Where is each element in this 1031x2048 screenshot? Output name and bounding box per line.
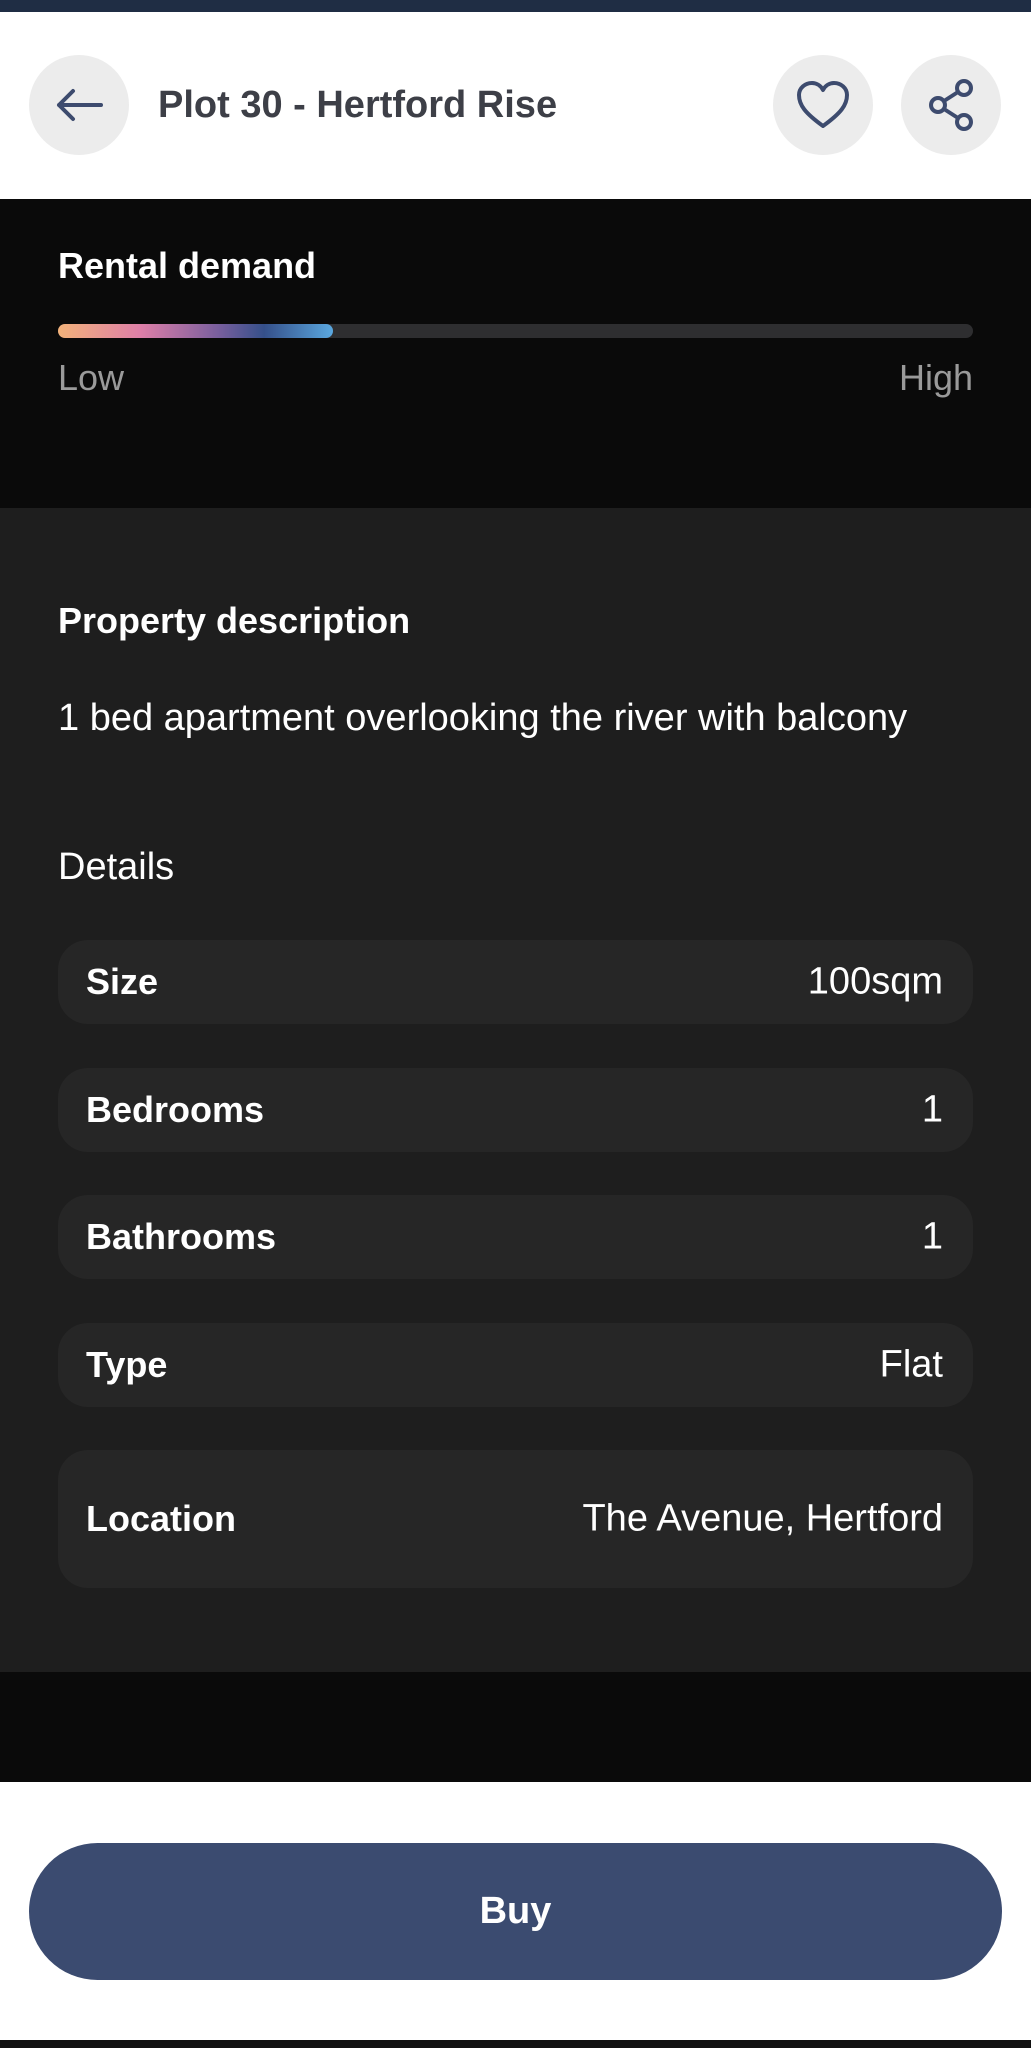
detail-row-size: Size 100sqm [58,940,973,1024]
detail-row-bathrooms: Bathrooms 1 [58,1195,973,1279]
page-title: Plot 30 - Hertford Rise [158,84,558,126]
detail-row-bedrooms: Bedrooms 1 [58,1068,973,1152]
detail-label: Size [86,961,159,1002]
rental-demand-bar [58,324,973,338]
detail-label: Bathrooms [86,1216,277,1257]
favorite-button[interactable] [773,55,873,155]
detail-label: Bedrooms [86,1089,265,1130]
share-button[interactable] [901,55,1001,155]
rental-demand-bar-fill [58,324,333,338]
detail-row-location: Location The Avenue, Hertford [58,1450,973,1588]
detail-value: 100sqm [807,960,943,1003]
section-divider [0,1672,1031,1782]
property-details-section: Property description 1 bed apartment ove… [0,508,1031,1672]
rental-demand-low-label: Low [58,357,125,398]
rental-demand-high-label: High [898,357,973,398]
detail-value: Flat [879,1343,943,1386]
buy-button[interactable]: Buy [29,1843,1002,1980]
detail-value: The Avenue, Hertford [582,1497,943,1540]
arrow-left-icon [57,89,103,121]
detail-value: 1 [921,1088,943,1131]
app-header: Plot 30 - Hertford Rise [0,12,1031,199]
details-heading: Details [58,846,175,888]
rental-demand-section: Rental demand Low High [0,199,1031,508]
property-description-title: Property description [58,600,411,641]
share-icon [929,79,973,131]
property-description-text: 1 bed apartment overlooking the river wi… [58,697,908,739]
navigation-strip [0,2040,1031,2048]
rental-demand-title: Rental demand [58,245,317,286]
detail-label: Type [86,1344,168,1385]
detail-label: Location [86,1498,236,1539]
detail-row-type: Type Flat [58,1323,973,1407]
detail-value: 1 [921,1215,943,1258]
heart-icon [797,81,849,128]
footer-bar: Buy [0,1782,1031,2048]
back-button[interactable] [29,55,129,155]
status-strip [0,0,1031,12]
